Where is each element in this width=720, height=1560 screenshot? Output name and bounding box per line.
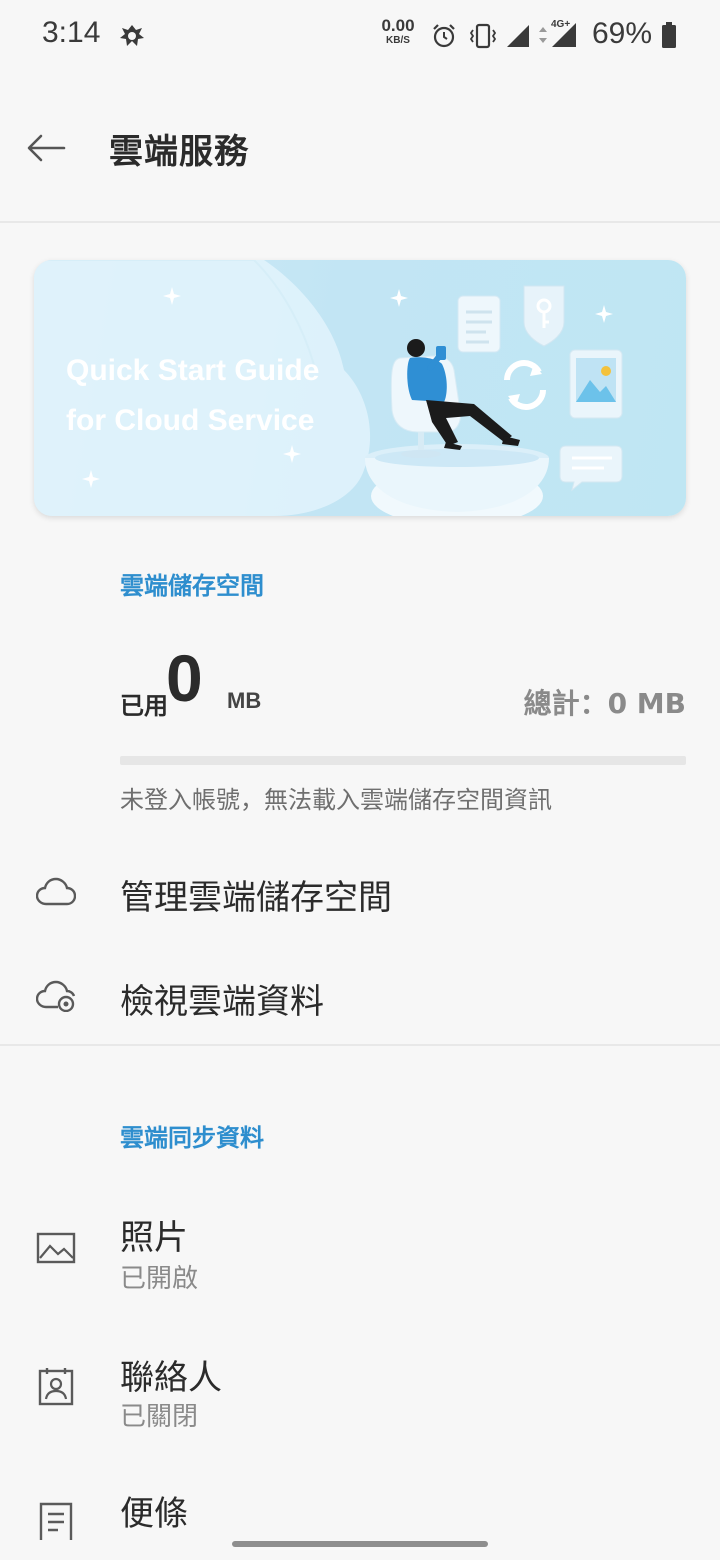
app-notification-icon (120, 25, 144, 46)
network-speed-value: 0.00 (381, 16, 415, 35)
manage-storage-label: 管理雲端儲存空間 (120, 878, 392, 918)
banner-text: Quick Start Guide for Cloud Service (66, 346, 319, 446)
signal-icon (507, 25, 529, 47)
storage-progress-bar (120, 756, 686, 765)
photo-icon (34, 1226, 78, 1270)
alarm-icon (433, 24, 455, 48)
sync-item-contacts[interactable]: 聯絡人 已關閉 (0, 1334, 720, 1464)
sync-item-status: 已關閉 (120, 1402, 199, 1432)
network-speed: 0.00 KB/S (380, 17, 416, 46)
sync-item-notes[interactable]: 便條 (0, 1476, 720, 1560)
storage-total: 總計：0 MB (523, 687, 686, 720)
contacts-icon (34, 1364, 78, 1408)
section-header-storage: 雲端儲存空間 (120, 572, 264, 600)
gesture-nav-handle[interactable] (232, 1541, 488, 1547)
cloud-icon (34, 870, 78, 914)
manage-storage-item[interactable]: 管理雲端儲存空間 (0, 842, 720, 942)
section-header-sync: 雲端同步資料 (120, 1124, 264, 1152)
used-prefix: 已用 (120, 692, 168, 720)
cloud-view-icon (34, 974, 78, 1018)
sync-item-label: 聯絡人 (120, 1358, 222, 1398)
status-time: 3:14 (42, 16, 101, 49)
network-speed-unit: KB/S (386, 35, 410, 46)
battery-percent: 69% (592, 17, 653, 50)
sync-item-label: 便條 (120, 1494, 188, 1534)
page-title: 雲端服務 (109, 132, 249, 172)
banner-line-1: Quick Start Guide (66, 354, 320, 387)
used-value: 0 (166, 641, 203, 715)
vibrate-icon (469, 23, 497, 49)
used-unit: MB (227, 688, 262, 713)
quick-start-banner[interactable]: Quick Start Guide for Cloud Service (34, 260, 686, 516)
battery-icon (662, 22, 676, 48)
app-bar: 雲端服務 (0, 100, 720, 196)
view-cloud-data-label: 檢視雲端資料 (120, 982, 324, 1022)
back-button[interactable] (20, 122, 72, 174)
sync-item-photos[interactable]: 照片 已開啟 (0, 1196, 720, 1326)
sync-item-status: 已開啟 (120, 1264, 199, 1294)
data-activity-icon (539, 27, 547, 43)
divider (0, 221, 720, 223)
status-bar: 3:14 0.00 KB/S 4G+ 69% (0, 0, 720, 72)
notes-icon (34, 1498, 78, 1542)
arrow-left-icon (27, 134, 66, 162)
storage-note: 未登入帳號，無法載入雲端儲存空間資訊 (120, 786, 552, 814)
divider (0, 1044, 720, 1046)
banner-line-2: for Cloud Service (66, 404, 315, 437)
view-cloud-data-item[interactable]: 檢視雲端資料 (0, 944, 720, 1044)
sync-item-label: 照片 (120, 1218, 188, 1258)
signal-icon (552, 23, 576, 47)
